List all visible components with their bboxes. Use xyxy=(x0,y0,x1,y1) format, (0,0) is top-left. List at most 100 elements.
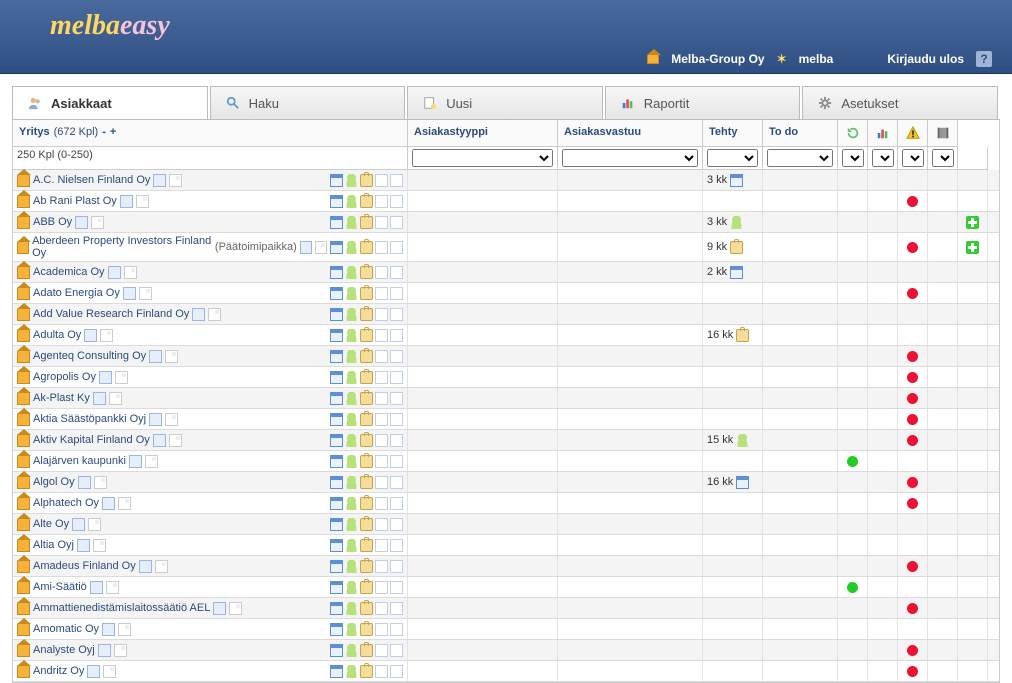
table-row[interactable]: Adulta Oy 16 kk xyxy=(13,325,999,346)
link-icon[interactable] xyxy=(139,560,152,573)
filter-c2[interactable] xyxy=(872,149,894,167)
filter-c3[interactable] xyxy=(902,149,924,167)
table-row[interactable]: Ab Rani Plast Oy xyxy=(13,191,999,212)
table-row[interactable]: Adato Energia Oy xyxy=(13,283,999,304)
calendar-icon[interactable] xyxy=(330,665,343,678)
doc2-icon[interactable] xyxy=(390,434,403,447)
calendar-icon[interactable] xyxy=(330,371,343,384)
doc2-icon[interactable] xyxy=(390,392,403,405)
calendar-icon[interactable] xyxy=(330,174,343,187)
company-name-link[interactable]: Adulta Oy xyxy=(33,329,81,341)
calendar-icon[interactable] xyxy=(330,329,343,342)
briefcase-icon[interactable] xyxy=(360,602,373,615)
calendar-icon[interactable] xyxy=(330,195,343,208)
note-icon[interactable] xyxy=(136,195,149,208)
person-icon[interactable] xyxy=(345,644,358,657)
logout-link[interactable]: Kirjaudu ulos xyxy=(887,52,964,66)
doc-icon[interactable] xyxy=(375,392,388,405)
calendar-icon[interactable] xyxy=(330,287,343,300)
link-icon[interactable] xyxy=(77,539,90,552)
doc2-icon[interactable] xyxy=(390,539,403,552)
table-row[interactable]: Alphatech Oy xyxy=(13,493,999,514)
tab-uusi[interactable]: Uusi xyxy=(407,86,603,119)
link-icon[interactable] xyxy=(99,371,112,384)
doc2-icon[interactable] xyxy=(390,581,403,594)
briefcase-icon[interactable] xyxy=(360,174,373,187)
doc2-icon[interactable] xyxy=(390,329,403,342)
briefcase-icon[interactable] xyxy=(360,350,373,363)
table-row[interactable]: Ammattienedistämislaitossäätiö AEL xyxy=(13,598,999,619)
briefcase-icon[interactable] xyxy=(360,195,373,208)
link-icon[interactable] xyxy=(192,308,205,321)
doc2-icon[interactable] xyxy=(390,455,403,468)
person-icon[interactable] xyxy=(345,581,358,594)
calendar-icon[interactable] xyxy=(330,392,343,405)
company-name-link[interactable]: Alphatech Oy xyxy=(33,497,99,509)
table-row[interactable]: Ami-Säätiö xyxy=(13,577,999,598)
briefcase-icon[interactable] xyxy=(360,392,373,405)
doc-icon[interactable] xyxy=(375,476,388,489)
company-name-link[interactable]: Aberdeen Property Investors Finland Oy xyxy=(32,235,212,259)
person-icon[interactable] xyxy=(345,195,358,208)
doc2-icon[interactable] xyxy=(390,371,403,384)
briefcase-icon[interactable] xyxy=(360,476,373,489)
doc-icon[interactable] xyxy=(375,216,388,229)
table-row[interactable]: Amomatic Oy xyxy=(13,619,999,640)
company-name-link[interactable]: Ab Rani Plast Oy xyxy=(33,195,117,207)
link-icon[interactable] xyxy=(102,623,115,636)
table-row[interactable]: Aberdeen Property Investors Finland Oy (… xyxy=(13,233,999,262)
link-icon[interactable] xyxy=(213,602,226,615)
person-icon[interactable] xyxy=(345,371,358,384)
person-icon[interactable] xyxy=(345,266,358,279)
person-icon[interactable] xyxy=(345,665,358,678)
note-icon[interactable] xyxy=(165,350,178,363)
company-name-link[interactable]: Ak-Plast Ky xyxy=(33,392,90,404)
company-link[interactable]: Melba-Group Oy xyxy=(671,52,764,66)
doc2-icon[interactable] xyxy=(390,476,403,489)
doc2-icon[interactable] xyxy=(390,560,403,573)
note-icon[interactable] xyxy=(103,665,116,678)
doc2-icon[interactable] xyxy=(390,350,403,363)
company-name-link[interactable]: Alajärven kaupunki xyxy=(33,455,126,467)
doc2-icon[interactable] xyxy=(390,518,403,531)
briefcase-icon[interactable] xyxy=(360,623,373,636)
calendar-icon[interactable] xyxy=(330,434,343,447)
note-icon[interactable] xyxy=(229,602,242,615)
person-icon[interactable] xyxy=(345,174,358,187)
link-icon[interactable] xyxy=(98,644,111,657)
company-name-link[interactable]: Aktiv Kapital Finland Oy xyxy=(33,434,150,446)
note-icon[interactable] xyxy=(208,308,221,321)
link-icon[interactable] xyxy=(149,413,162,426)
person-icon[interactable] xyxy=(345,308,358,321)
calendar-icon[interactable] xyxy=(330,497,343,510)
company-name-link[interactable]: ABB Oy xyxy=(33,216,72,228)
company-name-link[interactable]: Agropolis Oy xyxy=(33,371,96,383)
help-icon[interactable]: ? xyxy=(976,51,992,67)
filter-todo[interactable] xyxy=(767,149,833,167)
link-icon[interactable] xyxy=(84,329,97,342)
table-row[interactable]: Amadeus Finland Oy xyxy=(13,556,999,577)
link-icon[interactable] xyxy=(300,241,312,254)
company-name-link[interactable]: Amadeus Finland Oy xyxy=(33,560,136,572)
table-row[interactable]: Academica Oy 2 kk xyxy=(13,262,999,283)
company-name-link[interactable]: A.C. Nielsen Finland Oy xyxy=(33,174,150,186)
note-icon[interactable] xyxy=(88,518,101,531)
company-name-link[interactable]: Ammattienedistämislaitossäätiö AEL xyxy=(33,602,210,614)
company-name-link[interactable]: Alte Oy xyxy=(33,518,69,530)
link-icon[interactable] xyxy=(102,497,115,510)
briefcase-icon[interactable] xyxy=(360,371,373,384)
tab-haku[interactable]: Haku xyxy=(210,86,406,119)
doc-icon[interactable] xyxy=(375,308,388,321)
link-icon[interactable] xyxy=(120,195,133,208)
table-row[interactable]: Agropolis Oy xyxy=(13,367,999,388)
note-icon[interactable] xyxy=(114,644,127,657)
calendar-icon[interactable] xyxy=(330,623,343,636)
filter-tehty[interactable] xyxy=(707,149,758,167)
calendar-icon[interactable] xyxy=(330,476,343,489)
briefcase-icon[interactable] xyxy=(360,216,373,229)
briefcase-icon[interactable] xyxy=(360,560,373,573)
doc-icon[interactable] xyxy=(375,581,388,594)
link-icon[interactable] xyxy=(87,665,100,678)
calendar-icon[interactable] xyxy=(330,455,343,468)
doc2-icon[interactable] xyxy=(390,413,403,426)
